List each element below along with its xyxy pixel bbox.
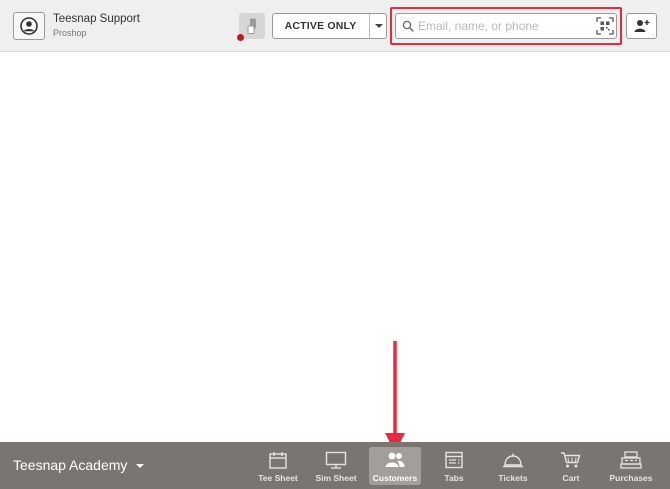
active-filter-dropdown[interactable]: ACTIVE ONLY <box>272 13 387 39</box>
search-icon <box>402 20 414 32</box>
customers-icon <box>384 450 406 470</box>
nav-label: Tabs <box>444 473 464 483</box>
annotation-arrow <box>385 341 405 453</box>
top-bar: Teesnap Support Proshop ACTIVE ONLY <box>0 0 670 52</box>
customer-search-input[interactable] <box>418 16 588 36</box>
cart-icon <box>560 450 582 470</box>
bottom-nav-bar: Teesnap Academy Tee Sheet Sim Sheet Cust… <box>0 442 670 489</box>
academy-name: Teesnap Academy <box>13 457 128 473</box>
chevron-down-icon <box>136 463 145 468</box>
nav-cart[interactable]: Cart <box>550 447 592 485</box>
nav-label: Tee Sheet <box>258 473 298 483</box>
filter-label: ACTIVE ONLY <box>284 20 357 32</box>
add-customer-button[interactable] <box>626 13 657 39</box>
nav-label: Tickets <box>498 473 528 483</box>
nav-label: Sim Sheet <box>315 473 357 483</box>
customers-page: Teesnap Support Proshop ACTIVE ONLY Emai… <box>0 0 670 489</box>
user-role: Proshop <box>53 28 87 38</box>
nav-sim-sheet[interactable]: Sim Sheet <box>313 447 359 485</box>
cash-register-icon <box>620 450 642 470</box>
user-info: Teesnap Support Proshop <box>53 12 140 39</box>
academy-selector[interactable]: Teesnap Academy <box>13 457 145 473</box>
device-status-dot <box>237 34 244 41</box>
filter-divider <box>369 14 370 38</box>
customer-search-box <box>395 13 617 39</box>
nav-label: Purchases <box>609 473 653 483</box>
monitor-icon <box>325 450 347 470</box>
nav-purchases[interactable]: Purchases <box>605 447 657 485</box>
nav-label: Cart <box>562 473 580 483</box>
qr-scan-icon[interactable] <box>596 17 614 35</box>
service-bell-icon <box>502 450 524 470</box>
user-name: Teesnap Support <box>53 13 140 25</box>
user-profile-button[interactable] <box>13 12 45 40</box>
nav-tee-sheet[interactable]: Tee Sheet <box>255 447 301 485</box>
card-reader-icon <box>247 18 256 34</box>
nav-tabs[interactable]: Tabs <box>433 447 475 485</box>
nav-customers[interactable]: Customers <box>369 447 421 485</box>
user-circle-icon <box>20 17 38 35</box>
nav-tickets[interactable]: Tickets <box>490 447 536 485</box>
nav-label: Customers <box>372 473 418 483</box>
tabs-icon <box>443 450 465 470</box>
chevron-down-icon <box>375 24 383 28</box>
add-user-icon <box>634 20 649 32</box>
calendar-icon <box>267 450 289 470</box>
